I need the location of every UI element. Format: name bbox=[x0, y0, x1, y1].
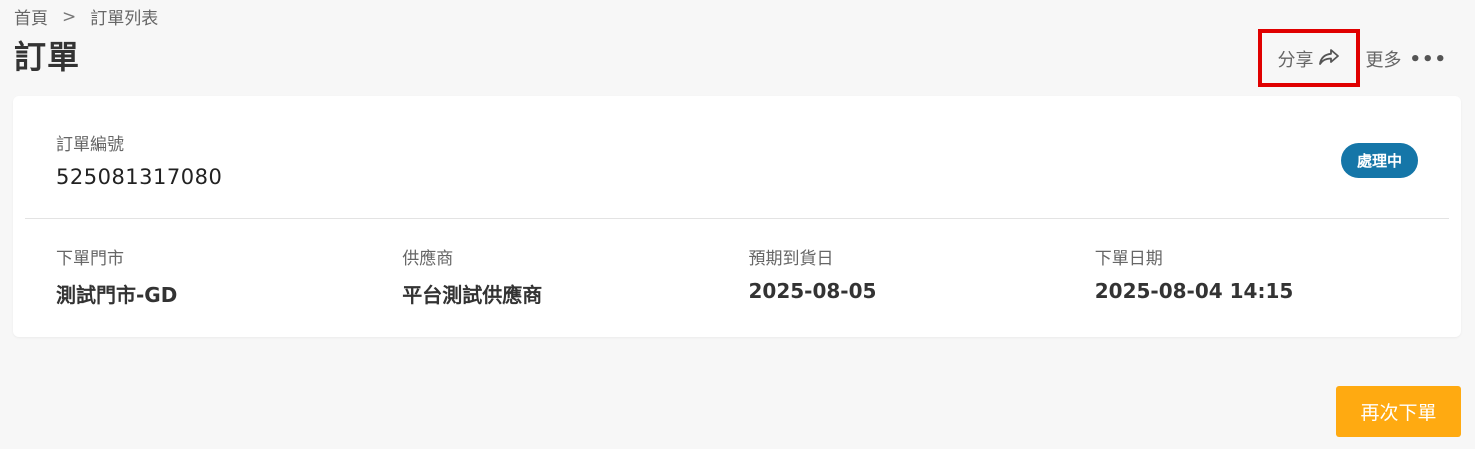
more-button[interactable]: 更多 ••• bbox=[1365, 46, 1447, 72]
order-meta-row: 下單門市 測試門市-GD 供應商 平台測試供應商 預期到貨日 2025-08-0… bbox=[56, 244, 1441, 308]
header-actions: 分享 更多 ••• bbox=[1277, 44, 1447, 74]
store-value: 測試門市-GD bbox=[56, 283, 178, 307]
share-label: 分享 bbox=[1277, 50, 1314, 71]
meta-store: 下單門市 測試門市-GD bbox=[56, 244, 402, 308]
breadcrumb-home[interactable]: 首頁 bbox=[14, 4, 48, 29]
order-detail-page: 首頁 > 訂單列表 訂單 分享 更多 ••• 訂單編號 525081317080… bbox=[0, 0, 1475, 449]
supplier-value: 平台測試供應商 bbox=[402, 283, 543, 307]
reorder-button[interactable]: 再次下單 bbox=[1336, 386, 1461, 437]
more-label: 更多 bbox=[1365, 50, 1402, 71]
breadcrumb: 首頁 > 訂單列表 bbox=[14, 4, 158, 30]
order-number-block: 訂單編號 525081317080 bbox=[56, 130, 222, 189]
meta-supplier: 供應商 平台測試供應商 bbox=[402, 244, 748, 308]
expected-arrival-label: 預期到貨日 bbox=[748, 249, 834, 269]
page-title: 訂單 bbox=[14, 38, 81, 76]
expected-arrival-value: 2025-08-05 bbox=[748, 279, 877, 303]
share-button[interactable]: 分享 bbox=[1277, 44, 1341, 74]
share-arrow-icon bbox=[1313, 48, 1341, 71]
order-number-value: 525081317080 bbox=[56, 165, 223, 189]
order-summary-card: 訂單編號 525081317080 處理中 下單門市 測試門市-GD 供應商 平… bbox=[13, 96, 1461, 337]
store-label: 下單門市 bbox=[56, 249, 124, 269]
meta-order-date: 下單日期 2025-08-04 14:15 bbox=[1095, 244, 1441, 308]
card-divider bbox=[25, 218, 1449, 219]
ellipsis-icon: ••• bbox=[1409, 48, 1447, 70]
order-date-label: 下單日期 bbox=[1094, 249, 1163, 269]
breadcrumb-current[interactable]: 訂單列表 bbox=[90, 4, 158, 29]
supplier-label: 供應商 bbox=[402, 249, 454, 269]
order-date-value: 2025-08-04 14:15 bbox=[1094, 279, 1294, 303]
meta-expected-arrival: 預期到貨日 2025-08-05 bbox=[749, 244, 1095, 308]
status-badge: 處理中 bbox=[1340, 143, 1418, 178]
breadcrumb-separator: > bbox=[62, 6, 77, 27]
order-number-label: 訂單編號 bbox=[56, 135, 124, 155]
